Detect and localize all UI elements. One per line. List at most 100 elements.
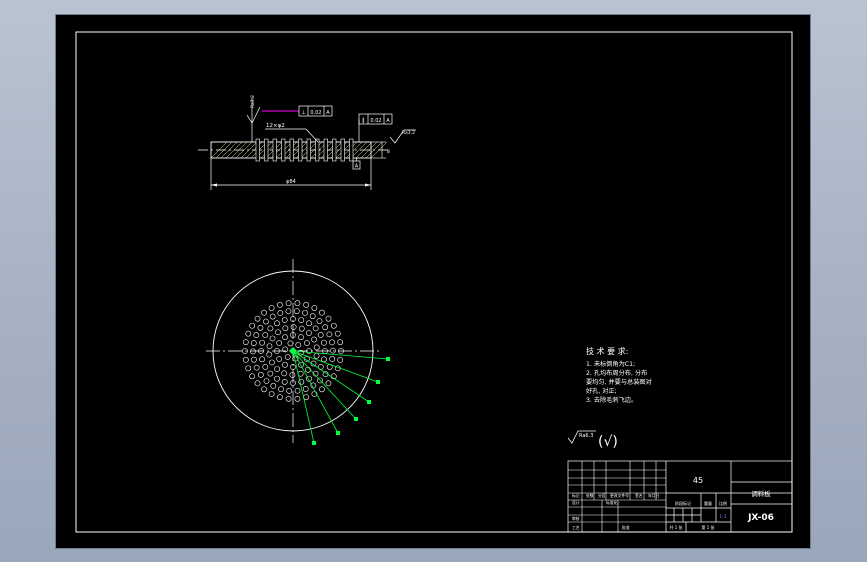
plan-hole — [254, 315, 261, 322]
tolerance-datum-1: A — [326, 110, 330, 116]
plan-hole — [329, 339, 335, 346]
tolerance-symbol-1: ⊥ — [301, 110, 306, 116]
plan-hole — [298, 325, 305, 332]
weight-label: 重量 — [704, 500, 712, 506]
plan-hole — [319, 309, 325, 316]
plan-hole — [322, 324, 329, 331]
section-hole — [272, 138, 277, 162]
plan-hole — [257, 324, 264, 331]
plan-hole — [337, 339, 344, 346]
section-hole — [264, 138, 269, 162]
hole-leader-line — [292, 350, 370, 403]
plan-hole — [329, 356, 336, 362]
plan-hole — [242, 339, 249, 346]
plan-hole — [326, 331, 333, 338]
plan-hole — [325, 315, 332, 322]
plan-hole — [269, 335, 276, 342]
section-hole — [340, 138, 345, 162]
plan-hole — [281, 379, 288, 385]
plan-hole — [321, 339, 327, 346]
plan-hole — [298, 334, 304, 341]
plan-hole — [316, 318, 323, 324]
technical-requirements: 技 术 要 求: 1. 未标倒角为C1; 2. 孔均布周分布, 分布 要均匀, … — [586, 346, 652, 404]
plan-hole — [294, 395, 301, 402]
plan-hole — [321, 356, 327, 363]
plan-hole — [306, 320, 312, 327]
plan-hole — [295, 342, 302, 348]
plan-hole — [303, 340, 310, 346]
plan-hole — [282, 361, 288, 368]
tb-std-label: 标准化 — [606, 500, 618, 505]
plan-hole — [281, 370, 288, 377]
section-hole — [315, 138, 320, 162]
plan-hole — [330, 347, 336, 354]
tb-row-label-5: 年月日 — [648, 493, 660, 498]
plan-hole — [269, 313, 276, 320]
section-view: φ84 8 A ⊥ 0.02 A Ra3.2 12×φ2 ∥ 0.02 A Ra… — [198, 95, 416, 190]
tolerance-value-2: 0.02 — [370, 118, 381, 124]
plan-hole — [254, 380, 261, 387]
plan-hole — [267, 325, 274, 332]
plan-hole — [298, 317, 305, 323]
plan-hole — [278, 386, 284, 393]
hole-leader-line — [292, 350, 379, 383]
hole-leader-tag — [386, 357, 390, 361]
hole-leader-tag — [336, 431, 340, 435]
section-hole — [281, 138, 286, 162]
plan-hole — [261, 386, 267, 393]
plan-hole — [281, 317, 288, 323]
surface-finish-value: Ra6.3 — [579, 433, 593, 439]
plan-hole — [303, 301, 310, 308]
plan-hole — [302, 386, 309, 392]
plan-hole — [245, 365, 252, 372]
plan-hole — [245, 330, 252, 337]
tech-req-line-1: 1. 未标倒角为C1; — [586, 360, 635, 368]
drawing-sheet: φ84 8 A ⊥ 0.02 A Ra3.2 12×φ2 ∥ 0.02 A Ra… — [55, 14, 811, 549]
tolerance-datum-2: A — [386, 118, 390, 124]
plan-hole — [337, 356, 344, 363]
sheets-total: 共 1 张 — [669, 524, 682, 530]
plan-hole — [261, 309, 267, 316]
plan-hole — [249, 373, 256, 380]
plan-hole — [253, 364, 260, 371]
hole-leader-line — [292, 350, 389, 360]
datum-label: A — [355, 164, 359, 170]
plan-hole — [259, 339, 265, 346]
surface-finish-paren: (√) — [598, 434, 618, 450]
tb-row-label-4: 签名 — [635, 493, 643, 498]
tech-req-line-4: 好孔, 对正; — [586, 387, 617, 395]
drawing-number: JX-06 — [747, 513, 774, 523]
plan-hole — [305, 366, 311, 373]
hole-callout-text: 12×φ2 — [266, 123, 285, 129]
plan-hole — [285, 308, 292, 315]
plan-hole — [313, 352, 320, 359]
plan-hole — [268, 391, 275, 397]
plan-hole — [274, 320, 280, 327]
dim-arrow-right — [365, 183, 371, 187]
plan-hole — [249, 322, 256, 329]
plan-hole — [284, 354, 291, 360]
tb-left-label-0: 设计 — [572, 500, 580, 505]
plan-hole — [266, 351, 273, 358]
plan-hole — [250, 348, 256, 355]
plan-hole — [270, 382, 277, 389]
plan-hole — [285, 300, 292, 307]
plan-hole — [282, 334, 288, 341]
plan-hole — [305, 330, 312, 336]
plan-hole — [263, 378, 270, 384]
plan-hole — [311, 305, 318, 311]
tolerance-frame-2: ∥ 0.02 A — [358, 113, 393, 125]
plan-hole — [269, 359, 275, 366]
inner-frame — [75, 31, 793, 533]
section-hole — [255, 138, 260, 162]
roughness-top-symbol — [246, 106, 261, 124]
plan-hole — [259, 356, 265, 363]
tolerance-symbol-2: ∥ — [362, 117, 365, 124]
plan-hole — [290, 324, 297, 330]
tech-req-line-2: 2. 孔均布周分布, 分布 — [586, 369, 647, 377]
plan-hole — [289, 372, 296, 378]
plan-hole — [276, 340, 283, 346]
plan-hole — [276, 356, 283, 362]
hatch-line — [230, 141, 248, 159]
roughness-top-label: Ra3.2 — [250, 95, 256, 108]
